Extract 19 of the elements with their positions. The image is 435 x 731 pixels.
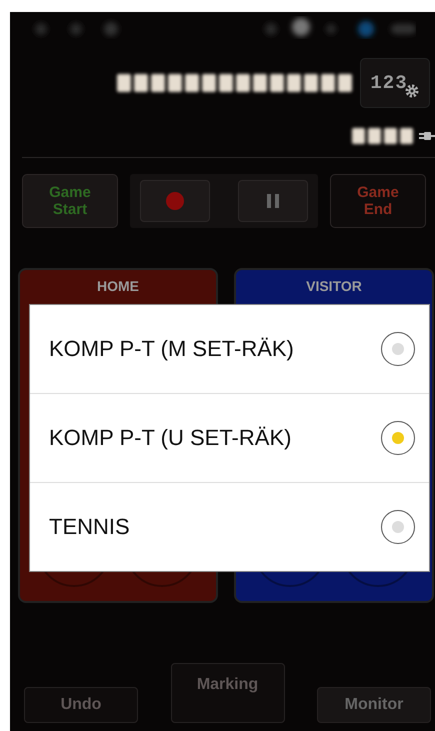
radio-button[interactable]	[381, 510, 415, 544]
option-row[interactable]: TENNIS	[30, 482, 429, 571]
plug-icon	[419, 130, 435, 142]
game-start-button[interactable]: Game Start	[22, 174, 118, 228]
radio-button[interactable]	[381, 421, 415, 455]
team-name: VISITOR	[306, 278, 362, 294]
option-label: KOMP P-T (M SET-RÄK)	[49, 336, 294, 362]
option-row[interactable]: KOMP P-T (U SET-RÄK)	[30, 393, 429, 482]
pause-button[interactable]	[238, 180, 308, 222]
option-label: TENNIS	[49, 514, 130, 540]
bottom-button[interactable]: Monitor	[317, 687, 431, 723]
option-label: KOMP P-T (U SET-RÄK)	[49, 425, 292, 451]
record-icon	[165, 191, 185, 211]
pause-icon	[267, 194, 279, 208]
team-name: HOME	[97, 278, 139, 294]
radio-button[interactable]	[381, 332, 415, 366]
counter-settings-button[interactable]: 123	[360, 58, 430, 108]
option-row[interactable]: KOMP P-T (M SET-RÄK)	[30, 305, 429, 393]
blurred-text-drawing	[352, 128, 413, 144]
